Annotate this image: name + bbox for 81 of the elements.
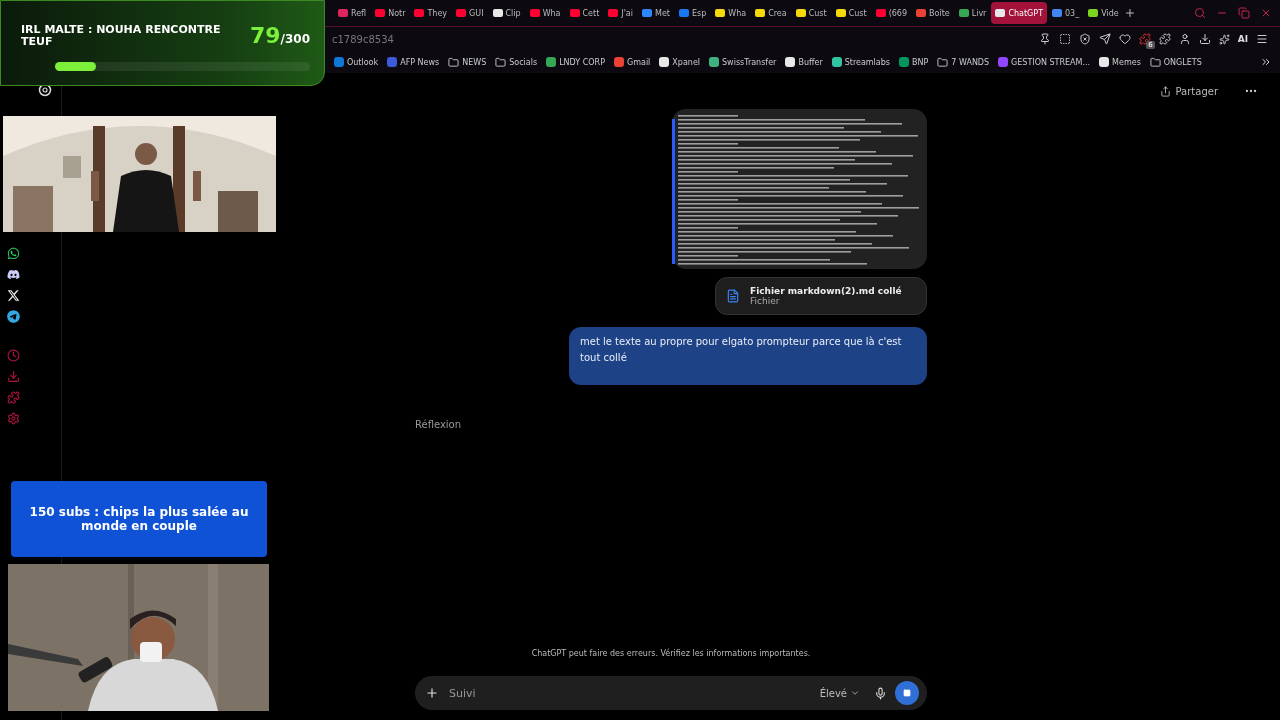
bookmark[interactable]: Streamlabs	[831, 57, 890, 67]
message-composer[interactable]: Suivi Élevé	[415, 676, 927, 710]
browser-tab[interactable]: Met	[638, 2, 674, 24]
new-tab-icon[interactable]	[1123, 7, 1136, 19]
browser-tab[interactable]: Vide	[1084, 2, 1123, 24]
search-icon[interactable]	[1194, 7, 1206, 19]
stream-title: IRL MALTE : NOUHA RENCONTRE TEUF	[21, 23, 221, 48]
browser-tab[interactable]: Wha	[525, 2, 565, 24]
stop-icon	[903, 689, 911, 697]
browser-tab[interactable]: ChatGPT	[991, 2, 1047, 24]
bookmark[interactable]: SwissTransfer	[709, 57, 777, 67]
browser-tab[interactable]: J'ai	[604, 2, 637, 24]
browser-tab[interactable]: They	[410, 2, 452, 24]
browser-tab[interactable]: Clip	[488, 2, 525, 24]
browser-tab[interactable]: Refl	[334, 2, 371, 24]
browser-tab[interactable]: Wha	[711, 2, 751, 24]
browser-tab[interactable]: 03_	[1048, 2, 1084, 24]
bookmark[interactable]: Xpanel	[659, 57, 701, 67]
folder-icon	[495, 56, 507, 68]
bookmark[interactable]: Buffer	[785, 57, 823, 67]
microphone-icon[interactable]	[874, 686, 887, 700]
bookmark[interactable]: ONGLETS	[1149, 56, 1202, 68]
whatsapp-icon[interactable]	[7, 247, 20, 260]
discord-icon[interactable]	[7, 268, 20, 281]
file-name: Fichier markdown(2).md collé	[750, 286, 902, 296]
sparkle-icon[interactable]	[1218, 33, 1230, 45]
file-card[interactable]: Fichier markdown(2).md collé Fichier	[715, 277, 927, 315]
bookmark[interactable]: GESTION STREAM...	[998, 57, 1091, 67]
address-url[interactable]: c1789c8534	[332, 33, 394, 45]
caret-icon	[850, 688, 860, 698]
clock-icon[interactable]	[7, 349, 20, 362]
telegram-icon[interactable]	[7, 310, 20, 323]
message-input[interactable]: Suivi	[447, 685, 806, 701]
shield-icon[interactable]	[1078, 33, 1091, 45]
download-icon[interactable]	[1198, 33, 1211, 45]
ai-button[interactable]: AI	[1237, 34, 1248, 44]
stop-button[interactable]	[895, 681, 919, 705]
browser-tab[interactable]: Crea	[751, 2, 791, 24]
heart-icon[interactable]	[1118, 33, 1131, 45]
bookmark[interactable]: BNP	[899, 57, 929, 67]
browser-tab[interactable]: Cust	[831, 2, 871, 24]
pin-icon[interactable]	[1038, 33, 1051, 45]
document-icon	[726, 289, 740, 303]
bookmark[interactable]: NEWS	[448, 56, 487, 68]
settings-icon[interactable]	[7, 412, 20, 425]
share-icon	[1159, 85, 1171, 97]
browser-tab[interactable]: Esp	[674, 2, 711, 24]
send-icon[interactable]	[1098, 33, 1111, 45]
goal-target: /300	[280, 32, 310, 46]
more-bookmarks-icon[interactable]	[1260, 56, 1272, 68]
bookmark[interactable]: AFP News	[387, 57, 440, 67]
folder-icon	[1149, 56, 1161, 68]
bookmark[interactable]: Outlook	[334, 57, 379, 67]
folder-icon	[448, 56, 460, 68]
profile-icon[interactable]	[1178, 33, 1191, 45]
file-type: Fichier	[750, 296, 781, 306]
folder-icon	[937, 56, 949, 68]
browser-tab[interactable]: GUI	[452, 2, 488, 24]
bookmark[interactable]: Memes	[1099, 57, 1141, 67]
menu-icon[interactable]	[1256, 33, 1268, 45]
user-message: met le texte au propre pour elgato prompteur parce que là c'est tout collé	[569, 327, 927, 385]
x-icon[interactable]	[7, 289, 20, 302]
disclaimer: ChatGPT peut faire des erreurs. Vérifiez les informations importantes.	[531, 649, 811, 658]
bookmark[interactable]: Socials	[495, 56, 538, 68]
share-button[interactable]: Partager	[1153, 84, 1224, 98]
bookmark[interactable]: LNDY CORP	[546, 57, 605, 67]
bookmark[interactable]: 7 WANDS	[937, 56, 990, 68]
add-icon[interactable]	[425, 686, 439, 700]
thinking-status: Réflexion	[415, 419, 462, 430]
browser-tab[interactable]: Notr	[371, 2, 410, 24]
selection-icon[interactable]	[1058, 33, 1071, 45]
browser-tab[interactable]: Livr	[954, 2, 991, 24]
subs-goal-banner: 150 subs : chips la plus salée au monde en couple	[11, 481, 267, 557]
browser-tab[interactable]: Cett	[565, 2, 604, 24]
browser-tab[interactable]: Cust	[791, 2, 831, 24]
mode-dropdown[interactable]: Élevé	[813, 686, 866, 700]
bookmark[interactable]: Gmail	[614, 57, 651, 67]
close-icon[interactable]	[1260, 7, 1272, 19]
browser-tab[interactable]: Boîte	[912, 2, 954, 24]
goal-count: 79	[249, 23, 281, 48]
browser-tab[interactable]: (669	[871, 2, 912, 24]
